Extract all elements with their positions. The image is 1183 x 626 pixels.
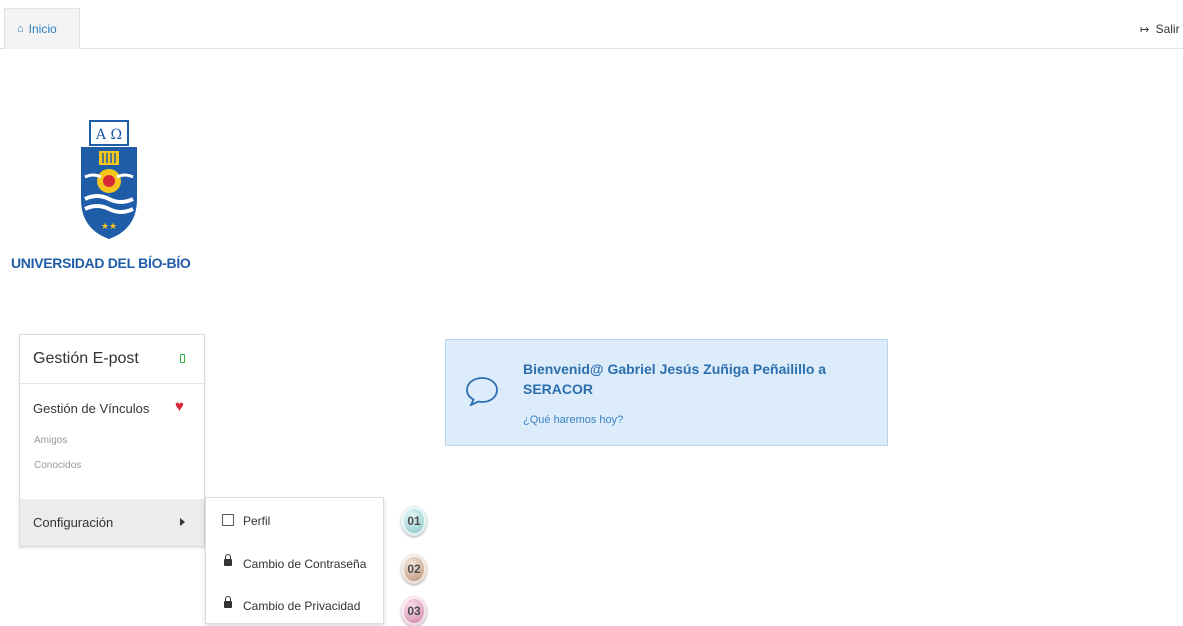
side-menu: Gestión E-post Gestión de Vínculos ♥ Ami… [19,334,205,547]
lock-icon [224,554,232,566]
submenu-item-label: Perfil [243,514,271,528]
sidebar-item-vinculos[interactable]: Gestión de Vínculos [33,401,149,416]
nav-home-tab[interactable]: ⌂ Inicio [4,8,80,49]
side-menu-title: Gestión E-post [33,350,139,367]
sidebar-item-configuracion-label: Configuración [33,515,114,530]
welcome-title: Bienvenid@ Gabriel Jesús Zuñiga Peñailil… [523,361,827,397]
sign-out-icon: ↦ [1140,24,1150,36]
submenu-item-label: Cambio de Privacidad [243,599,361,613]
side-menu-header[interactable]: Gestión E-post [20,335,204,384]
welcome-panel: Bienvenid@ Gabriel Jesús Zuñiga Peñailil… [445,339,888,446]
configuracion-submenu: Perfil Cambio de Contraseña Cambio de Pr… [205,497,384,624]
caret-right-icon [180,518,185,526]
logout-link[interactable]: ↦ Salir [1140,22,1180,36]
lock-icon [224,596,232,608]
nav-home-label: Inicio [28,22,57,36]
heart-icon: ♥ [175,398,184,415]
seal-text: A Ω [95,127,122,143]
submenu-item-cambio-privacidad[interactable]: Cambio de Privacidad [206,591,383,621]
sidebar-item-amigos[interactable]: Amigos [34,435,67,446]
step-badge-02: 02 [401,554,427,584]
mobile-icon [180,354,185,363]
welcome-subtitle: ¿Qué haremos hoy? [523,414,624,426]
university-name: UNIVERSIDAD DEL BÍO-BÍO [11,255,191,271]
logout-label: Salir [1155,22,1180,36]
submenu-item-cambio-contrasena[interactable]: Cambio de Contraseña [206,549,383,579]
submenu-item-label: Cambio de Contraseña [243,557,367,571]
chat-bubble-icon [466,377,498,406]
university-seal-logo: A Ω ★★ [81,120,137,239]
svg-text:★★: ★★ [101,221,117,231]
sidebar-item-configuracion[interactable]: Configuración [20,499,204,546]
step-badge-01: 01 [401,506,427,536]
step-badge-03: 03 [401,596,427,626]
submenu-item-perfil[interactable]: Perfil [206,506,383,536]
home-icon: ⌂ [17,23,24,35]
sidebar-item-conocidos[interactable]: Conocidos [34,460,81,471]
edit-icon [222,514,234,526]
top-navbar: ⌂ Inicio ↦ Salir [0,0,1183,49]
